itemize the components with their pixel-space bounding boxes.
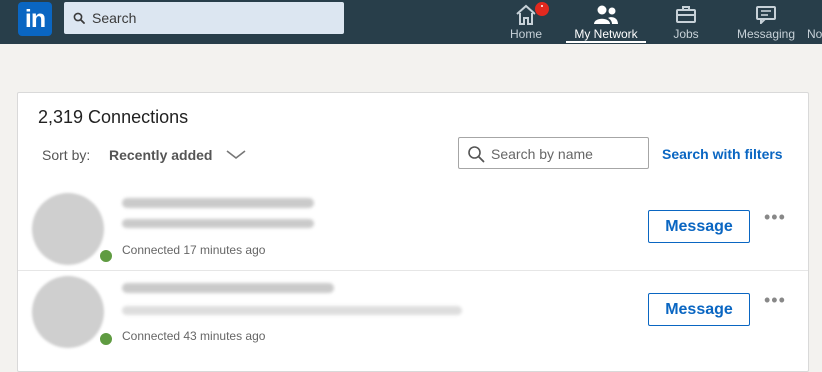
connected-time: Connected 17 minutes ago — [122, 243, 266, 257]
nav-label-home: Home — [509, 27, 542, 41]
nav-label-my-network: My Network — [574, 27, 638, 41]
connected-time: Connected 43 minutes ago — [122, 329, 266, 343]
search-with-filters-link[interactable]: Search with filters — [662, 146, 783, 162]
online-status-indicator — [98, 248, 114, 264]
redacted-headline — [122, 219, 314, 228]
nav-item-my-network[interactable]: My Network — [566, 0, 646, 44]
linkedin-logo[interactable]: in — [18, 2, 52, 36]
message-button[interactable]: Message — [648, 293, 750, 326]
network-icon — [593, 4, 619, 26]
redacted-name[interactable] — [122, 198, 314, 208]
sort-label: Sort by: — [42, 147, 91, 163]
nav-label-jobs: Jobs — [673, 27, 699, 41]
nav-item-home[interactable]: Home — [503, 0, 550, 44]
search-placeholder: Search — [92, 10, 137, 26]
global-search-input[interactable]: Search — [64, 2, 344, 34]
home-icon — [514, 1, 550, 26]
more-options-icon[interactable]: ••• — [764, 208, 786, 226]
search-by-name-input[interactable]: Search by name — [458, 137, 649, 169]
avatar[interactable] — [32, 193, 104, 265]
avatar[interactable] — [32, 276, 104, 348]
search-icon — [468, 146, 485, 163]
top-nav-bar: in Search Home My Network Jobs Messaging… — [0, 0, 822, 44]
active-tab-indicator — [566, 41, 646, 43]
nav-label-messaging: Messaging — [736, 27, 796, 41]
message-button[interactable]: Message — [648, 210, 750, 243]
nav-item-notifications[interactable]: No — [807, 0, 822, 44]
connections-count: 2,319 Connections — [38, 107, 189, 127]
chevron-down-icon[interactable] — [226, 150, 246, 160]
nav-item-messaging[interactable]: Messaging — [733, 0, 799, 44]
search-icon — [73, 12, 85, 24]
sort-dropdown[interactable]: Recently added — [109, 147, 212, 163]
messaging-icon — [755, 4, 777, 26]
connection-row: Connected 17 minutes ago Message ••• — [18, 185, 808, 269]
nav-item-jobs[interactable]: Jobs — [666, 0, 706, 44]
online-status-indicator — [98, 331, 114, 347]
briefcase-icon — [675, 4, 697, 24]
more-options-icon[interactable]: ••• — [764, 291, 786, 309]
redacted-headline — [122, 306, 462, 315]
connection-row: Connected 43 minutes ago Message ••• — [18, 270, 808, 355]
connections-card: 2,319 Connections Sort by: Recently adde… — [17, 92, 809, 372]
notification-badge — [534, 1, 550, 17]
redacted-name[interactable] — [122, 283, 334, 293]
nav-label-notifications: No — [807, 27, 822, 41]
search-by-name-placeholder: Search by name — [491, 146, 593, 162]
